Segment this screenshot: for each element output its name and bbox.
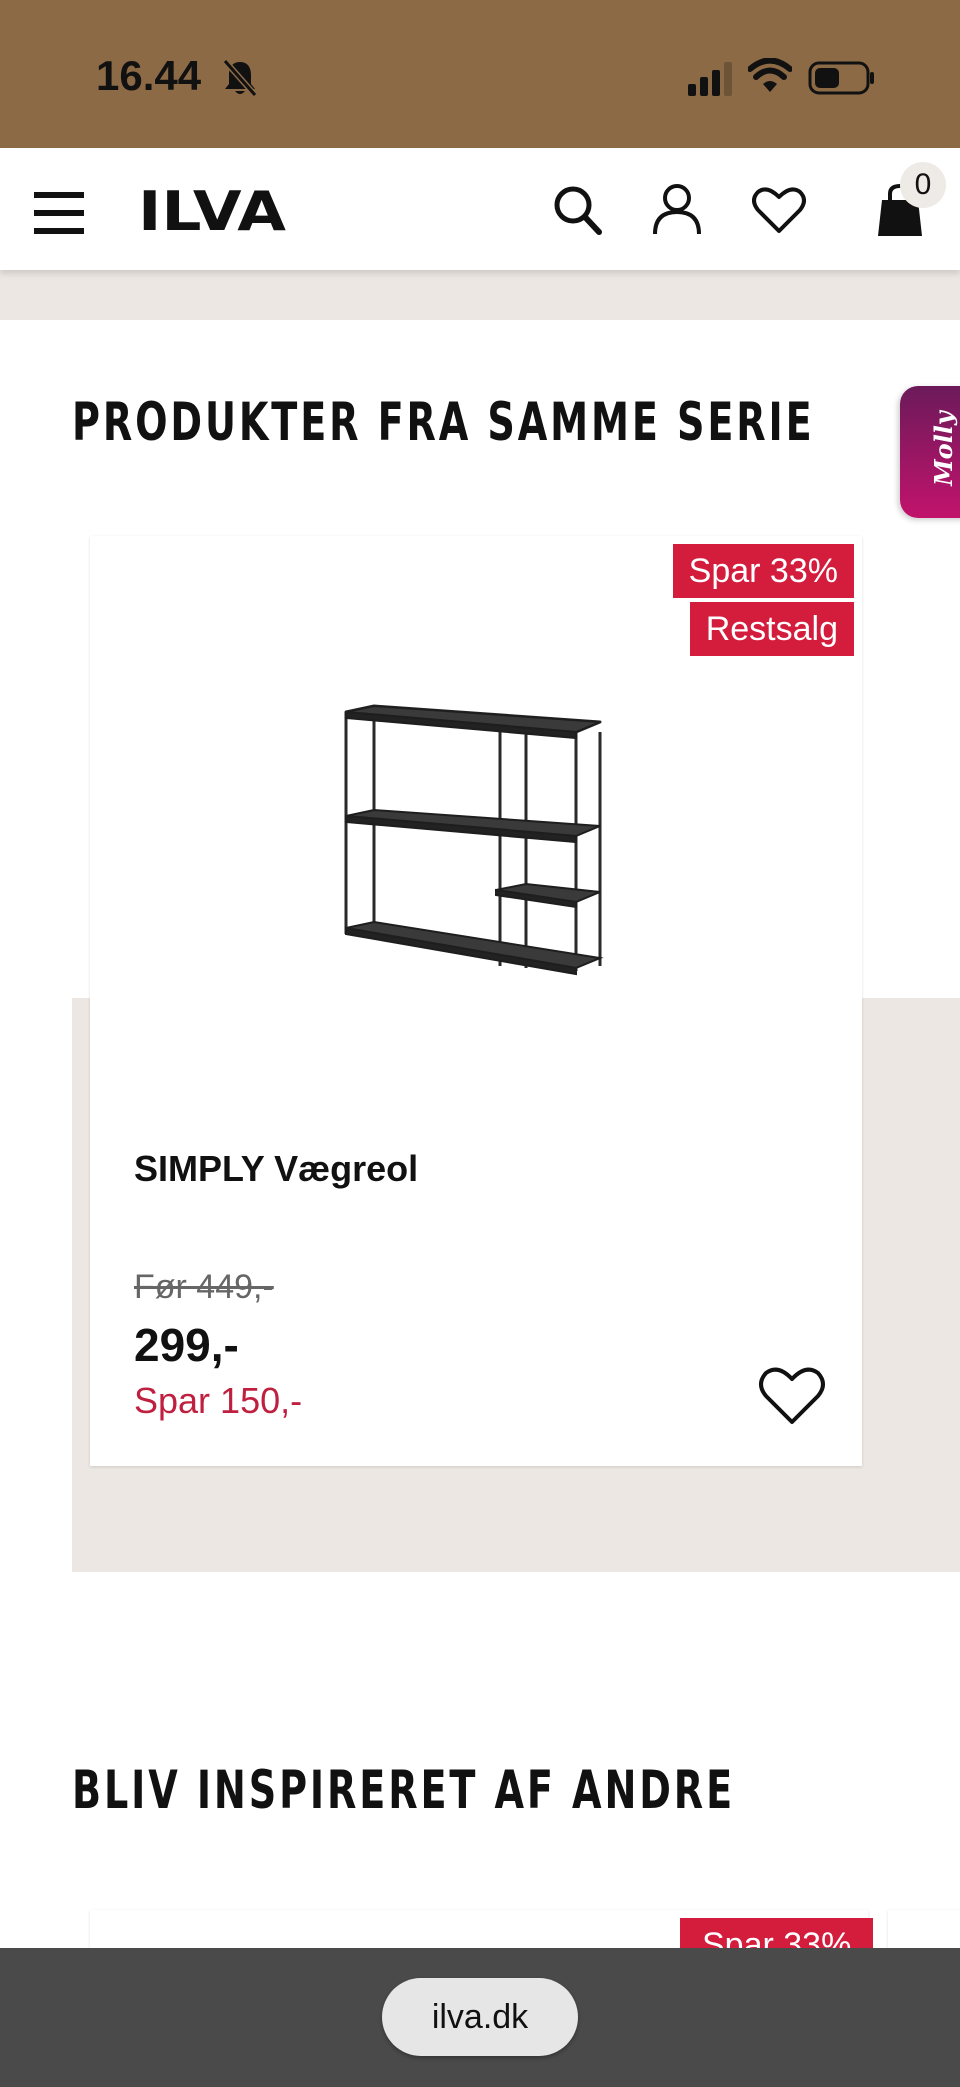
wifi-icon	[748, 58, 792, 92]
molly-chat-tab[interactable]: Molly	[900, 386, 960, 518]
svg-text:ILVA: ILVA	[138, 180, 286, 240]
section-title-inspiration: BLIV INSPIRERET AF ANDRE	[72, 1760, 736, 1821]
browser-bottom-bar: ilva.dk	[0, 1948, 960, 2087]
section-title-series: PRODUKTER FRA SAMME SERIE	[72, 392, 815, 453]
section-divider	[0, 270, 960, 320]
heart-icon[interactable]	[752, 186, 806, 234]
original-price: Før 449,-	[134, 1268, 274, 1306]
user-icon[interactable]	[652, 182, 702, 236]
cart-count-badge[interactable]: 0	[900, 162, 946, 208]
savings-amount: Spar 150,-	[134, 1380, 303, 1421]
site-header: ILVA 0	[0, 148, 960, 270]
search-icon[interactable]	[552, 184, 602, 236]
status-bar: 16.44	[0, 0, 960, 148]
product-card[interactable]: Spar 33% Restsalg SIMPLY Vægreol Før 449…	[90, 536, 862, 1466]
discount-badge: Spar 33%	[672, 544, 854, 598]
sale-price: 299,-	[134, 1319, 239, 1371]
product-name[interactable]: SIMPLY Vægreol	[134, 1148, 418, 1190]
bell-slash-icon	[222, 59, 258, 97]
ilva-logo[interactable]: ILVA	[138, 180, 288, 240]
menu-icon[interactable]	[34, 192, 84, 234]
wall-shelf-image[interactable]	[330, 666, 650, 1006]
battery-icon	[808, 61, 874, 95]
wishlist-heart-icon[interactable]	[758, 1364, 826, 1426]
status-time: 16.44	[96, 52, 202, 99]
signal-icon	[688, 62, 732, 96]
molly-label: Molly	[928, 411, 958, 486]
clearance-badge: Restsalg	[689, 602, 854, 656]
url-field[interactable]: ilva.dk	[382, 1978, 578, 2056]
